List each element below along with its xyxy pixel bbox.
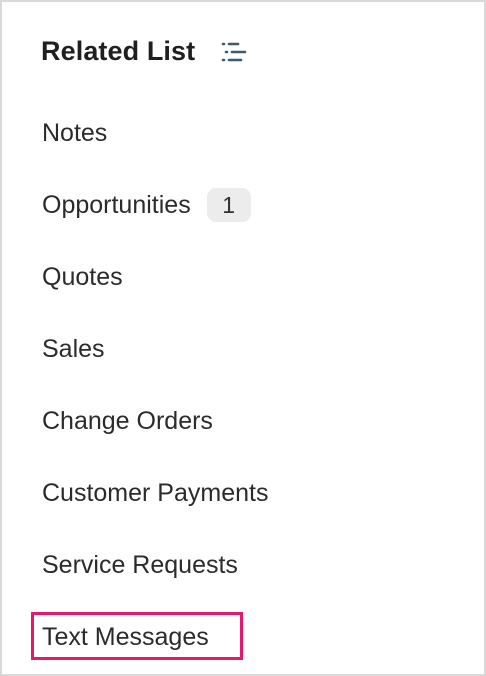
related-item-label: Notes xyxy=(42,118,108,147)
related-list-items: Notes Opportunities 1 Quotes Sales Chang… xyxy=(42,97,268,673)
related-item-label: Sales xyxy=(42,334,105,363)
related-item-label: Change Orders xyxy=(42,406,213,435)
related-item-quotes[interactable]: Quotes xyxy=(42,241,268,313)
related-item-opportunities[interactable]: Opportunities 1 xyxy=(42,169,268,241)
count-badge: 1 xyxy=(206,188,251,222)
related-item-sales[interactable]: Sales xyxy=(42,313,268,385)
related-item-notes[interactable]: Notes xyxy=(42,97,268,169)
related-item-label: Customer Payments xyxy=(42,478,269,507)
related-item-label: Text Messages xyxy=(42,622,209,651)
related-item-customer-payments[interactable]: Customer Payments xyxy=(42,457,268,529)
related-item-label: Service Requests xyxy=(42,550,238,579)
related-list-title: Related List xyxy=(41,36,196,66)
related-item-change-orders[interactable]: Change Orders xyxy=(42,385,268,457)
filter-list-icon[interactable] xyxy=(220,40,248,64)
related-item-service-requests[interactable]: Service Requests xyxy=(42,529,268,601)
related-item-label: Quotes xyxy=(42,262,123,291)
related-item-label: Opportunities xyxy=(42,190,191,219)
related-list-panel: Related List Notes Opportunities 1 Quote… xyxy=(0,0,486,676)
related-list-header: Related List xyxy=(41,36,248,67)
related-item-text-messages[interactable]: Text Messages xyxy=(42,601,268,673)
